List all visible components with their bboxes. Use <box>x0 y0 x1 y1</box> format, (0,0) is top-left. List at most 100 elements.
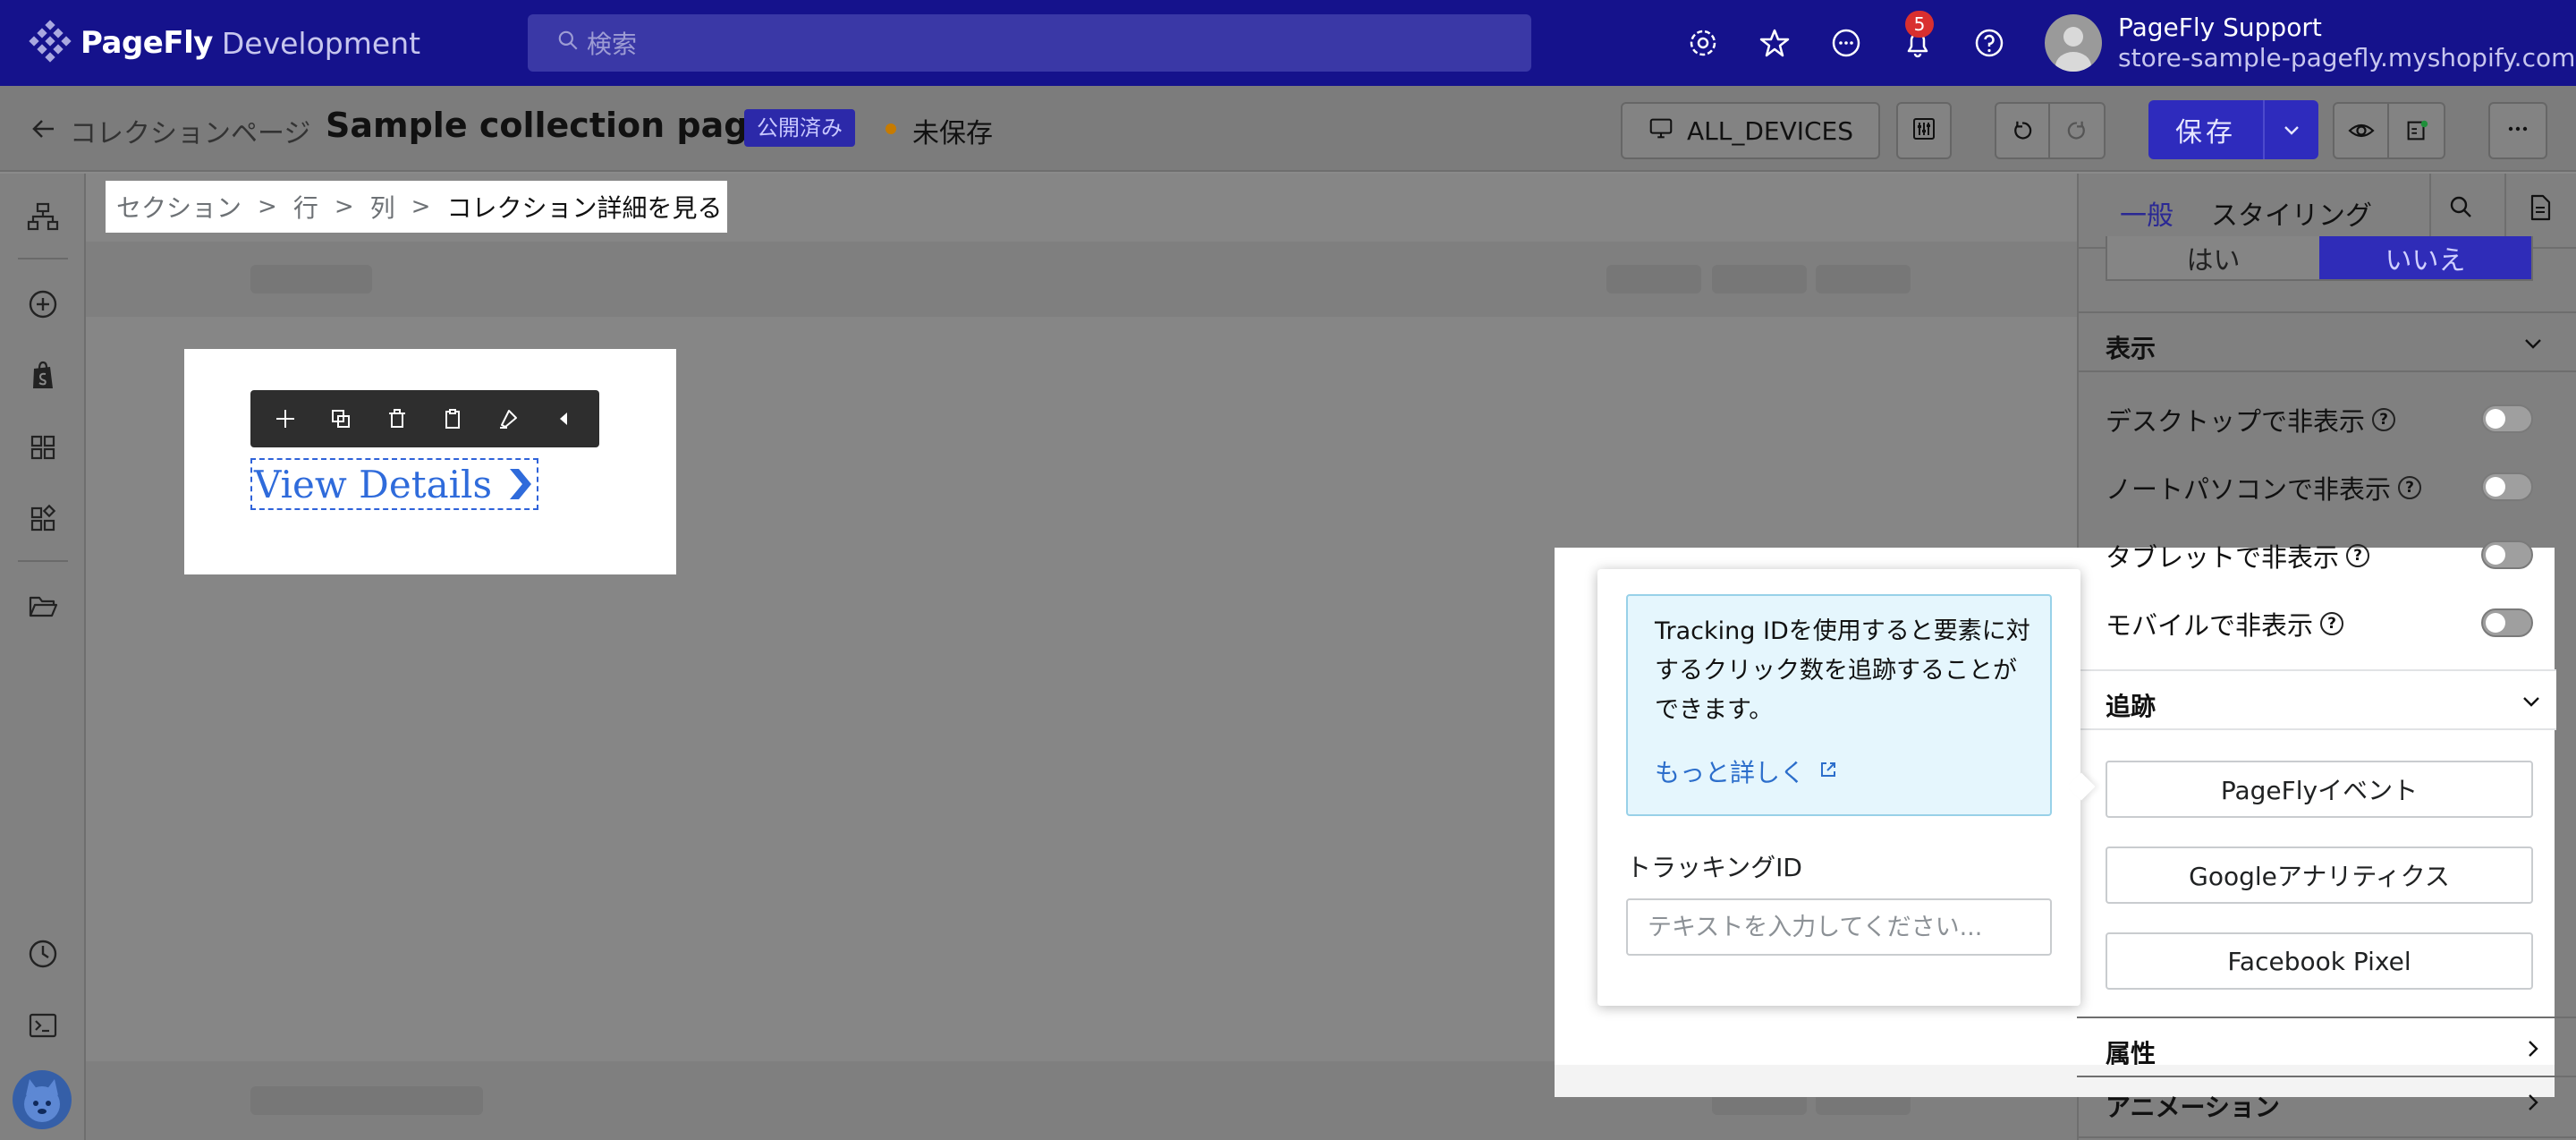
attributes-section-title: 属性 <box>2106 1039 2157 1068</box>
save-label[interactable]: 保存 <box>2148 100 2265 159</box>
unsaved-status: 未保存 <box>912 118 993 149</box>
help-icon[interactable]: ? <box>2320 612 2344 635</box>
hide-tablet-row: タブレットで非表示 ? <box>2106 537 2370 574</box>
star-icon[interactable] <box>1757 25 1792 61</box>
help-icon[interactable]: ? <box>2398 476 2422 499</box>
terminal-icon[interactable] <box>25 1008 61 1043</box>
preview-controls <box>2333 102 2445 159</box>
status-badge: 公開済み <box>744 109 855 147</box>
breadcrumb-separator: > <box>411 193 431 220</box>
element-toolbar <box>250 390 599 447</box>
editor-header: コレクションページ Sample collection page 公開済み 未保… <box>0 86 2576 172</box>
hide-laptop-toggle[interactable] <box>2481 472 2533 501</box>
segment-yes[interactable]: はい <box>2107 236 2319 279</box>
publish-status-icon[interactable] <box>2389 117 2444 144</box>
facebook-pixel-button[interactable]: Facebook Pixel <box>2106 932 2533 990</box>
breadcrumb-item[interactable]: 行 <box>293 189 318 225</box>
notification-badge: 5 <box>1905 11 1934 38</box>
attributes-section-header[interactable]: 属性 <box>2077 1017 2576 1077</box>
skeleton-block <box>1606 265 1701 294</box>
logo-environment: Development <box>221 25 421 61</box>
view-details-element[interactable]: View Details <box>250 458 539 510</box>
history-controls <box>1995 102 2106 159</box>
settings-icon[interactable] <box>1685 25 1721 61</box>
breadcrumb-current: コレクション詳細を見る <box>446 193 723 223</box>
page-settings-button[interactable] <box>1896 102 1952 159</box>
monitor-icon <box>1648 115 1674 148</box>
hide-mobile-row: モバイルで非表示 ? <box>2106 605 2344 642</box>
folder-icon[interactable] <box>25 589 61 625</box>
tab-styling[interactable]: スタイリング <box>2211 193 2372 233</box>
chevron-right-icon <box>510 469 532 499</box>
user-name[interactable]: PageFly Support <box>2118 13 2322 42</box>
breadcrumb-item[interactable]: セクション <box>116 189 242 225</box>
segment-no[interactable]: いいえ <box>2319 236 2531 279</box>
help-icon[interactable] <box>1971 25 2007 61</box>
trash-icon[interactable] <box>384 405 411 432</box>
pagefly-event-button[interactable]: PageFlyイベント <box>2106 761 2533 818</box>
breadcrumb-item[interactable]: 列 <box>370 189 395 225</box>
eye-icon[interactable] <box>2334 104 2390 157</box>
collapse-toolbar-icon[interactable] <box>551 405 578 432</box>
document-icon[interactable] <box>2522 190 2558 225</box>
skeleton-block <box>1712 265 1807 294</box>
hide-desktop-row: デスクトップで非表示 ? <box>2106 401 2396 438</box>
top-bar: PageFly Development 検索 5 PageFly Support… <box>0 0 2576 86</box>
help-icon[interactable]: ? <box>2346 544 2370 567</box>
hide-desktop-toggle[interactable] <box>2481 404 2533 433</box>
chat-icon[interactable] <box>1828 25 1864 61</box>
pagefly-logo-icon <box>29 20 72 66</box>
shopify-icon[interactable] <box>25 358 61 394</box>
search-input[interactable]: 検索 <box>528 14 1531 72</box>
element-breadcrumb: セクション > 行 > 列 > コレクション詳細を見る <box>106 181 728 233</box>
unsaved-dot <box>886 123 896 134</box>
back-arrow-icon[interactable] <box>27 113 59 145</box>
tracking-id-label: トラッキングID <box>1626 853 1802 882</box>
tracking-section-header[interactable]: 追跡 <box>2077 669 2556 730</box>
search-icon[interactable] <box>2444 190 2479 225</box>
learn-more-link[interactable]: もっと詳しく <box>1655 753 1839 789</box>
animation-section-header[interactable]: アニメーション <box>2077 1077 2576 1138</box>
hide-desktop-label: デスクトップで非表示 <box>2106 406 2366 437</box>
chevron-right-icon <box>2529 1094 2538 1110</box>
move-icon[interactable] <box>272 405 299 432</box>
paint-icon[interactable] <box>495 405 521 432</box>
breadcrumb-separator: > <box>334 193 354 220</box>
logo[interactable]: PageFly Development <box>29 20 420 66</box>
hide-tablet-toggle[interactable] <box>2481 540 2533 569</box>
chevron-down-icon[interactable] <box>2265 100 2318 159</box>
sliders-icon <box>1910 115 1938 147</box>
chevron-right-icon <box>2529 1041 2538 1057</box>
device-selector[interactable]: ALL_DEVICES <box>1621 102 1880 159</box>
external-link-icon <box>1818 757 1839 787</box>
tracking-section-title: 追跡 <box>2106 692 2157 721</box>
more-menu-button[interactable] <box>2488 102 2547 159</box>
undo-icon[interactable] <box>1996 104 2050 157</box>
hide-tablet-label: タブレットで非表示 <box>2106 542 2340 573</box>
view-details-text: View Details <box>254 462 493 506</box>
display-section-header[interactable]: 表示 <box>2077 311 2576 372</box>
redo-icon[interactable] <box>2050 117 2104 144</box>
copy-style-icon[interactable] <box>439 405 466 432</box>
hide-mobile-toggle[interactable] <box>2481 608 2533 637</box>
grid-icon[interactable] <box>25 430 61 465</box>
help-icon[interactable]: ? <box>2372 408 2396 431</box>
tracking-id-input[interactable] <box>1626 898 2052 956</box>
mascot-avatar[interactable] <box>13 1070 72 1129</box>
display-section-title: 表示 <box>2106 334 2157 363</box>
search-placeholder: 検索 <box>587 30 638 59</box>
save-button[interactable]: 保存 <box>2148 100 2318 159</box>
learn-more-label[interactable]: もっと詳しく <box>1655 753 1805 789</box>
skeleton-block <box>1816 265 1911 294</box>
layout-tree-icon[interactable] <box>25 199 61 234</box>
hide-laptop-row: ノートパソコンで非表示 ? <box>2106 469 2422 506</box>
user-avatar[interactable] <box>2045 14 2102 72</box>
google-analytics-button[interactable]: Googleアナリティクス <box>2106 846 2533 904</box>
page-title[interactable]: Sample collection page <box>326 106 771 145</box>
history-clock-icon[interactable] <box>25 936 61 972</box>
chevron-down-icon <box>2525 339 2541 349</box>
back-link[interactable]: コレクションページ <box>70 111 310 150</box>
duplicate-icon[interactable] <box>327 405 354 432</box>
add-element-icon[interactable] <box>25 286 61 322</box>
apps-icon[interactable] <box>25 501 61 537</box>
